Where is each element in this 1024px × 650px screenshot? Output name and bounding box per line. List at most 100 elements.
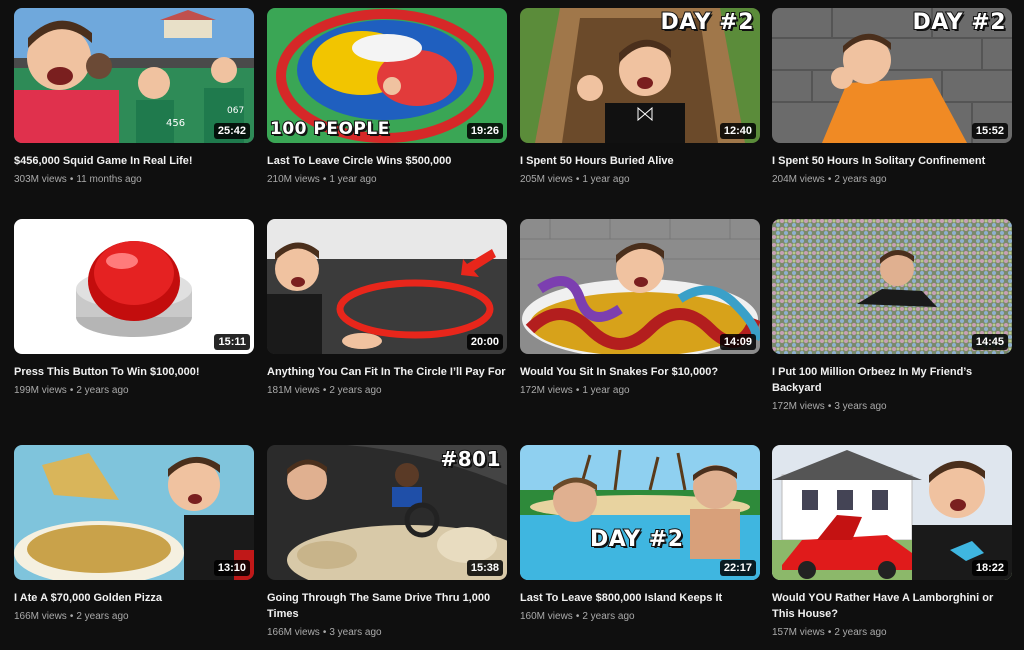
video-duration: 22:17 bbox=[719, 560, 756, 576]
view-count: 172M views bbox=[772, 401, 825, 412]
separator-dot: • bbox=[827, 627, 832, 638]
video-duration: 15:11 bbox=[214, 334, 250, 350]
view-count: 205M views bbox=[520, 174, 573, 185]
video-meta: 172M views • 3 years ago bbox=[772, 400, 1012, 414]
upload-age: 11 months ago bbox=[76, 174, 142, 185]
upload-age: 2 years ago bbox=[834, 627, 887, 638]
video-card[interactable]: 13:10 I Ate A $70,000 Golden Pizza 166M … bbox=[14, 445, 254, 624]
upload-age: 1 year ago bbox=[582, 174, 630, 185]
view-count: 157M views bbox=[772, 627, 825, 638]
video-meta: 199M views • 2 years ago bbox=[14, 384, 254, 398]
upload-age: 2 years ago bbox=[76, 611, 129, 622]
video-meta: 205M views • 1 year ago bbox=[520, 173, 760, 187]
video-meta: 166M views • 2 years ago bbox=[14, 610, 254, 624]
video-thumbnail[interactable]: 15:11 bbox=[14, 219, 254, 354]
video-duration: 12:40 bbox=[719, 123, 756, 139]
video-title[interactable]: Going Through The Same Drive Thru 1,000 … bbox=[267, 590, 507, 622]
video-title[interactable]: I Put 100 Million Orbeez In My Friend’s … bbox=[772, 364, 1012, 396]
video-meta: 303M views • 11 months ago bbox=[14, 173, 254, 187]
video-card[interactable]: 14:09 Would You Sit In Snakes For $10,00… bbox=[520, 219, 760, 398]
video-meta: 166M views • 3 years ago bbox=[267, 626, 507, 640]
view-count: 181M views bbox=[267, 385, 320, 396]
video-meta: 210M views • 1 year ago bbox=[267, 173, 507, 187]
video-thumbnail[interactable]: 18:22 bbox=[772, 445, 1012, 580]
separator-dot: • bbox=[69, 611, 74, 622]
svg-text:067: 067 bbox=[227, 106, 244, 116]
video-title[interactable]: Anything You Can Fit In The Circle I’ll … bbox=[267, 364, 507, 380]
video-meta: 204M views • 2 years ago bbox=[772, 173, 1012, 187]
video-card[interactable]: #801 15:38 Going Through The Same Drive … bbox=[267, 445, 507, 640]
video-title[interactable]: Would YOU Rather Have A Lamborghini or T… bbox=[772, 590, 1012, 622]
separator-dot: • bbox=[575, 385, 580, 396]
video-title[interactable]: Last To Leave $800,000 Island Keeps It bbox=[520, 590, 760, 606]
video-thumbnail[interactable]: #801 15:38 bbox=[267, 445, 507, 580]
video-card[interactable]: 15:11 Press This Button To Win $100,000!… bbox=[14, 219, 254, 398]
upload-age: 2 years ago bbox=[582, 611, 635, 622]
video-thumbnail[interactable]: DAY #2 15:52 bbox=[772, 8, 1012, 143]
separator-dot: • bbox=[575, 174, 580, 185]
upload-age: 2 years ago bbox=[76, 385, 129, 396]
video-thumbnail[interactable]: 14:09 bbox=[520, 219, 760, 354]
view-count: 172M views bbox=[520, 385, 573, 396]
video-duration: 25:42 bbox=[213, 123, 250, 139]
video-duration: 20:00 bbox=[466, 334, 503, 350]
separator-dot: • bbox=[69, 174, 74, 185]
video-card[interactable]: 100 PEOPLE 19:26 Last To Leave Circle Wi… bbox=[267, 8, 507, 187]
video-meta: 181M views • 2 years ago bbox=[267, 384, 507, 398]
separator-dot: • bbox=[827, 174, 832, 185]
view-count: 210M views bbox=[267, 174, 320, 185]
upload-age: 3 years ago bbox=[834, 401, 887, 412]
svg-text:456: 456 bbox=[166, 118, 185, 129]
video-title[interactable]: $456,000 Squid Game In Real Life! bbox=[14, 153, 254, 169]
video-duration: 14:09 bbox=[719, 334, 756, 350]
view-count: 160M views bbox=[520, 611, 573, 622]
video-duration: 14:45 bbox=[971, 334, 1008, 350]
view-count: 204M views bbox=[772, 174, 825, 185]
view-count: 303M views bbox=[14, 174, 67, 185]
thumbnail-overlay-text: 100 PEOPLE bbox=[269, 118, 390, 140]
separator-dot: • bbox=[322, 385, 327, 396]
thumbnail-overlay-text: DAY #2 bbox=[659, 9, 754, 36]
video-thumbnail[interactable]: 14:45 bbox=[772, 219, 1012, 354]
video-meta: 157M views • 2 years ago bbox=[772, 626, 1012, 640]
thumbnail-overlay-text: DAY #2 bbox=[911, 9, 1006, 36]
video-duration: 18:22 bbox=[971, 560, 1008, 576]
separator-dot: • bbox=[322, 627, 327, 638]
view-count: 166M views bbox=[267, 627, 320, 638]
video-title[interactable]: Would You Sit In Snakes For $10,000? bbox=[520, 364, 760, 380]
video-thumbnail[interactable]: DAY #2 22:17 bbox=[520, 445, 760, 580]
video-title[interactable]: Last To Leave Circle Wins $500,000 bbox=[267, 153, 507, 169]
upload-age: 2 years ago bbox=[329, 385, 382, 396]
video-card[interactable]: DAY #2 22:17 Last To Leave $800,000 Isla… bbox=[520, 445, 760, 624]
video-card[interactable]: 18:22 Would YOU Rather Have A Lamborghin… bbox=[772, 445, 1012, 640]
view-count: 166M views bbox=[14, 611, 67, 622]
video-thumbnail[interactable]: DAY #2 12:40 bbox=[520, 8, 760, 143]
separator-dot: • bbox=[322, 174, 327, 185]
view-count: 199M views bbox=[14, 385, 67, 396]
video-meta: 160M views • 2 years ago bbox=[520, 610, 760, 624]
video-card[interactable]: 14:45 I Put 100 Million Orbeez In My Fri… bbox=[772, 219, 1012, 414]
upload-age: 1 year ago bbox=[329, 174, 377, 185]
thumbnail-overlay-text: DAY #2 bbox=[589, 526, 684, 553]
video-thumbnail[interactable]: 100 PEOPLE 19:26 bbox=[267, 8, 507, 143]
video-card[interactable]: DAY #2 12:40 I Spent 50 Hours Buried Ali… bbox=[520, 8, 760, 187]
video-card[interactable]: DAY #2 15:52 I Spent 50 Hours In Solitar… bbox=[772, 8, 1012, 187]
upload-age: 2 years ago bbox=[834, 174, 887, 185]
video-thumbnail[interactable]: 20:00 bbox=[267, 219, 507, 354]
separator-dot: • bbox=[827, 401, 832, 412]
video-title[interactable]: I Ate A $70,000 Golden Pizza bbox=[14, 590, 254, 606]
video-duration: 15:52 bbox=[971, 123, 1008, 139]
video-meta: 172M views • 1 year ago bbox=[520, 384, 760, 398]
video-title[interactable]: Press This Button To Win $100,000! bbox=[14, 364, 254, 380]
video-duration: 19:26 bbox=[466, 123, 503, 139]
separator-dot: • bbox=[575, 611, 580, 622]
video-duration: 13:10 bbox=[213, 560, 250, 576]
video-thumbnail[interactable]: 456 067 25:42 bbox=[14, 8, 254, 143]
video-title[interactable]: I Spent 50 Hours Buried Alive bbox=[520, 153, 760, 169]
upload-age: 3 years ago bbox=[329, 627, 382, 638]
video-card[interactable]: 456 067 25:42 $456,000 Squid Game In Rea… bbox=[14, 8, 254, 187]
video-duration: 15:38 bbox=[466, 560, 503, 576]
video-title[interactable]: I Spent 50 Hours In Solitary Confinement bbox=[772, 153, 1012, 169]
video-card[interactable]: 20:00 Anything You Can Fit In The Circle… bbox=[267, 219, 507, 398]
video-thumbnail[interactable]: 13:10 bbox=[14, 445, 254, 580]
